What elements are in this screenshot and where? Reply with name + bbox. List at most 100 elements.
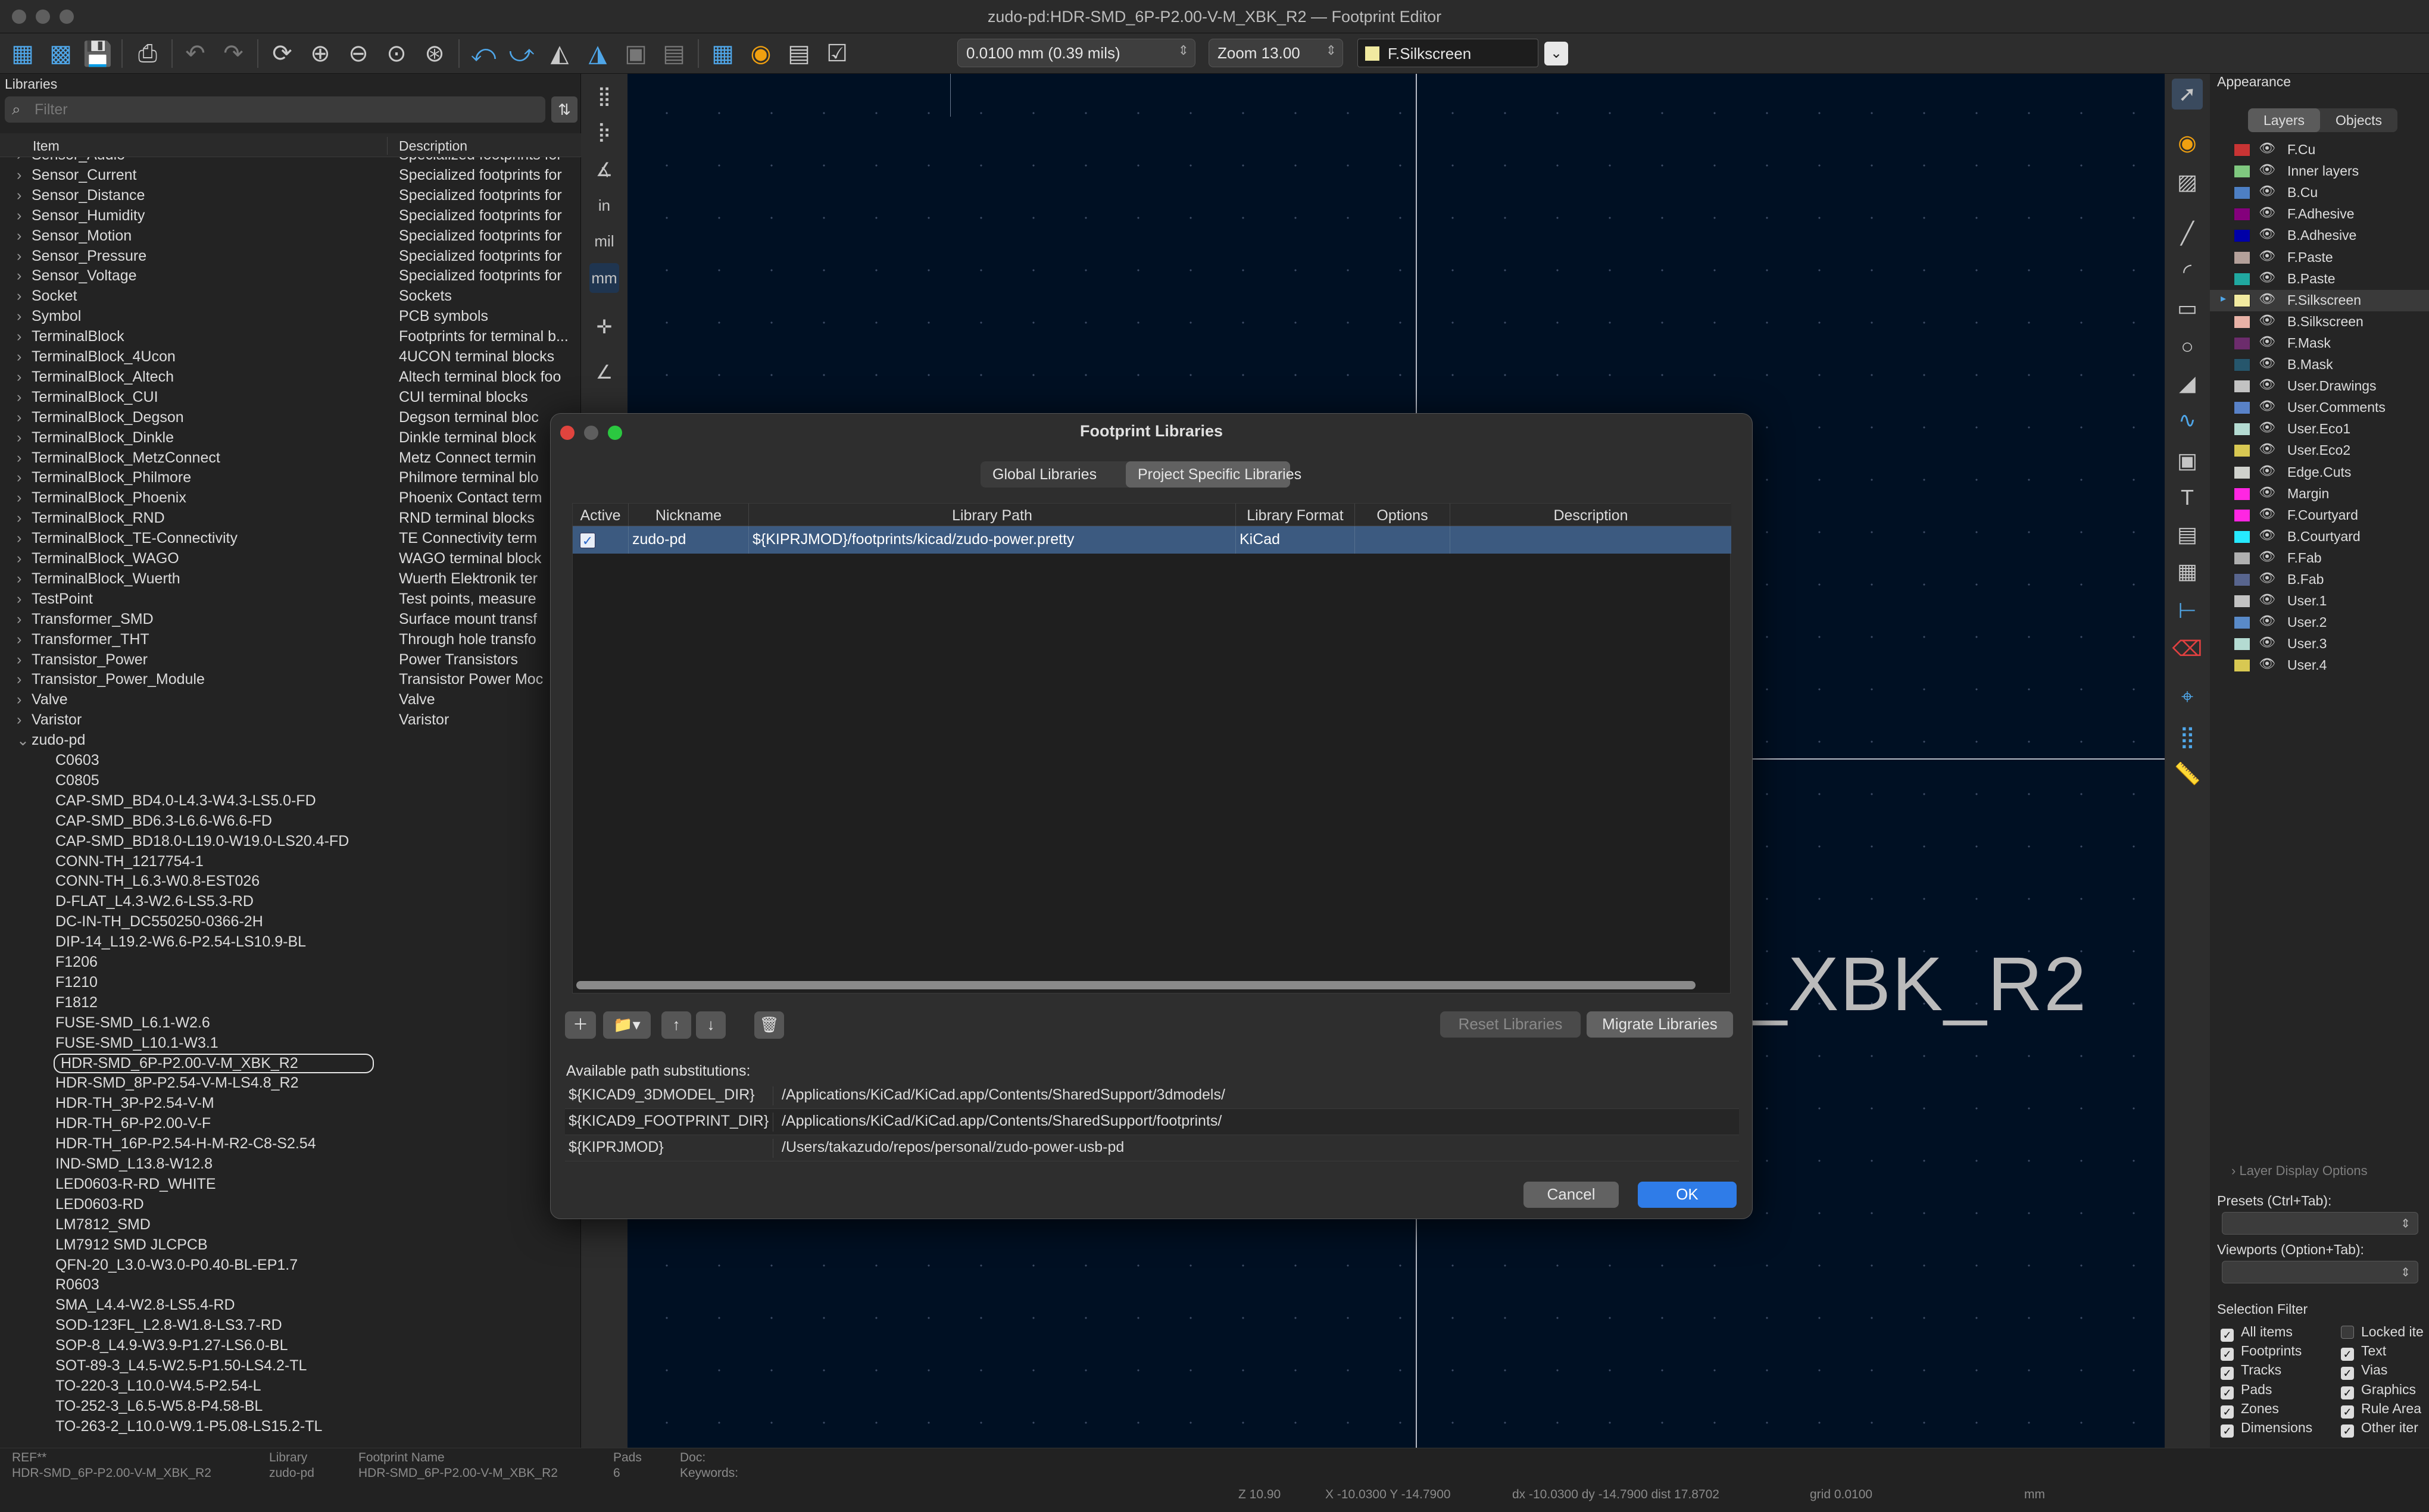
layer-color-swatch[interactable] [2234, 401, 2250, 414]
filter-checkbox[interactable]: ✓ Rule Area [2341, 1401, 2421, 1419]
zoom-objects-icon[interactable]: ⊛ [419, 38, 450, 69]
footprint-item[interactable]: F1206 [0, 954, 581, 974]
browse-folder-icon[interactable]: 📁▾ [603, 1011, 651, 1039]
layer-row[interactable]: 👁 B.Fab [2210, 569, 2429, 591]
footprint-item[interactable]: TO-263-2_L10.0-W9.1-P5.08-LS15.2-TL [0, 1418, 581, 1438]
footprint-wizard-icon[interactable]: ▩ [45, 38, 76, 69]
library-item[interactable]: › Sensor_Voltage Specialized footprints fo… [0, 267, 581, 288]
footprint-item[interactable]: SMA_L4.4-W2.8-LS5.4-RD [0, 1297, 581, 1317]
grid-origin-icon[interactable]: ⣿ [2172, 721, 2203, 752]
layer-color-swatch[interactable] [2234, 294, 2250, 307]
footprint-item[interactable]: LM7812_SMD [0, 1216, 581, 1236]
cursor-crosshair-icon[interactable]: ✛ [589, 312, 619, 342]
checkbox-icon[interactable]: ✓ [2221, 1329, 2234, 1342]
eye-icon[interactable]: 👁 [2259, 463, 2275, 479]
chevron-right-icon[interactable]: › [17, 711, 21, 729]
filter-checkbox[interactable]: ✓ Zones [2221, 1401, 2279, 1419]
filter-checkbox[interactable]: Locked ite [2341, 1324, 2424, 1340]
layer-row[interactable]: 👁 B.Cu [2210, 182, 2429, 204]
layer-display-options-toggle[interactable]: › Layer Display Options [2231, 1163, 2368, 1179]
eye-icon[interactable]: 👁 [2259, 162, 2275, 177]
migrate-libraries-button[interactable]: Migrate Libraries [1587, 1011, 1733, 1038]
eye-icon[interactable]: 👁 [2259, 140, 2275, 156]
layer-color-swatch[interactable] [2234, 573, 2250, 586]
eye-icon[interactable]: 👁 [2259, 635, 2275, 650]
checkbox-icon[interactable]: ✓ [2221, 1386, 2234, 1399]
chevron-right-icon[interactable]: › [17, 651, 21, 668]
presets-select[interactable]: ⇕ [2222, 1212, 2418, 1235]
footprint-item[interactable]: R0603 [0, 1276, 581, 1297]
checkbox-icon[interactable]: ✓ [2221, 1405, 2234, 1419]
eye-icon[interactable]: 👁 [2259, 313, 2275, 328]
footprint-item[interactable]: FUSE-SMD_L6.1-W2.6 [0, 1014, 581, 1035]
layer-row[interactable]: 👁 Inner layers [2210, 161, 2429, 182]
ungroup-icon[interactable]: ▤ [658, 38, 689, 69]
footprint-item[interactable]: F1812 [0, 994, 581, 1014]
eye-icon[interactable]: 👁 [2259, 334, 2275, 349]
layer-color-swatch[interactable] [2234, 423, 2250, 436]
layer-color-swatch[interactable] [2234, 380, 2250, 393]
footprint-item[interactable]: CONN-TH_1217754-1 [0, 853, 581, 873]
layer-color-swatch[interactable] [2234, 530, 2250, 543]
layer-row[interactable]: 👁 User.3 [2210, 633, 2429, 655]
mirror-vertical-icon[interactable]: ◮ [582, 38, 613, 69]
library-item[interactable]: › TestPoint Test points, measure [0, 591, 581, 611]
active-layer-select[interactable]: F.Silkscreen [1357, 39, 1538, 67]
layer-row[interactable]: 👁 F.Adhesive [2210, 204, 2429, 225]
move-up-icon[interactable]: ↑ [661, 1011, 691, 1039]
library-item[interactable]: › TerminalBlock Footprints for terminal b.… [0, 328, 581, 348]
eye-icon[interactable]: 👁 [2259, 549, 2275, 564]
library-format-cell[interactable]: KiCad [1236, 526, 1355, 554]
filter-checkbox[interactable]: ✓ Pads [2221, 1382, 2272, 1399]
library-item[interactable]: › Sensor_Motion Specialized footprints for [0, 227, 581, 248]
layer-row[interactable]: 👁 B.Paste [2210, 268, 2429, 290]
measure-ruler-icon[interactable]: 📏 [2172, 758, 2203, 789]
chevron-right-icon[interactable]: › [17, 288, 21, 305]
layer-color-swatch[interactable] [2234, 616, 2250, 629]
footprint-item[interactable]: LM7912 SMD JLCPCB [0, 1236, 581, 1257]
checkbox-icon[interactable]: ✓ [2341, 1424, 2354, 1438]
library-item[interactable]: › Transistor_Power_Module Transistor Power… [0, 671, 581, 691]
layer-color-swatch[interactable] [2234, 143, 2250, 157]
chevron-right-icon[interactable]: › [17, 611, 21, 628]
layer-row[interactable]: 👁 B.Silkscreen [2210, 311, 2429, 333]
chevron-right-icon[interactable]: › [17, 469, 21, 486]
layer-color-swatch[interactable] [2234, 552, 2250, 565]
grid-dots-icon[interactable]: ⣿ [589, 81, 619, 111]
footprint-item[interactable]: TO-252-3_L6.5-W5.8-P4.58-BL [0, 1398, 581, 1418]
column-options[interactable]: Options [1355, 504, 1450, 526]
library-item[interactable]: › Symbol PCB symbols [0, 308, 581, 328]
layer-row[interactable]: 👁 F.Courtyard [2210, 505, 2429, 526]
layer-color-swatch[interactable] [2234, 659, 2250, 672]
footprint-item[interactable]: SOT-89-3_L4.5-W2.5-P1.50-LS4.2-TL [0, 1357, 581, 1377]
library-item[interactable]: › TerminalBlock_Altech Altech terminal blo… [0, 368, 581, 389]
footprint-item[interactable]: HDR-TH_3P-P2.54-V-M [0, 1095, 581, 1115]
library-item[interactable]: › Sensor_Pressure Specialized footprints f… [0, 248, 581, 268]
footprint-new-icon[interactable]: ▦ [7, 38, 38, 69]
filter-checkbox[interactable]: ✓ Footprints [2221, 1343, 2302, 1361]
layer-color-swatch[interactable] [2234, 208, 2250, 221]
layer-color-swatch[interactable] [2234, 337, 2250, 350]
layer-color-swatch[interactable] [2234, 638, 2250, 651]
draw-rectangle-icon[interactable]: ▭ [2172, 293, 2203, 324]
eye-icon[interactable]: 👁 [2259, 527, 2275, 543]
chevron-right-icon[interactable]: › [17, 671, 21, 688]
layer-color-swatch[interactable] [2234, 595, 2250, 608]
add-textbox-icon[interactable]: ▤ [2172, 519, 2203, 550]
eye-icon[interactable]: 👁 [2259, 485, 2275, 500]
footprint-item[interactable]: F1210 [0, 974, 581, 994]
column-item[interactable]: Item [33, 138, 60, 154]
eye-icon[interactable]: 👁 [2259, 570, 2275, 586]
sort-icon[interactable]: ⇅ [551, 96, 577, 123]
checkbox-icon[interactable]: ✓ [2341, 1405, 2354, 1419]
tab-global-libraries[interactable]: Global Libraries [981, 461, 1123, 488]
library-item[interactable]: › Sensor_Humidity Specialized footprints f… [0, 207, 581, 227]
layer-row[interactable]: 👁 User.Drawings [2210, 376, 2429, 397]
footprint-item[interactable]: SOP-8_L4.9-W3.9-P1.27-LS6.0-BL [0, 1337, 581, 1357]
library-item[interactable]: › Varistor Varistor [0, 711, 581, 732]
footprint-item[interactable]: LED0603-R-RD_WHITE [0, 1176, 581, 1196]
chevron-down-icon[interactable]: ⌄ [17, 732, 29, 749]
path-sub-row[interactable]: ${KICAD9_3DMODEL_DIR} /Applications/KiCad… [565, 1083, 1739, 1109]
library-item[interactable]: › Sensor_Current Specialized footprints fo… [0, 167, 581, 187]
library-item[interactable]: › TerminalBlock_Degson Degson terminal blo… [0, 409, 581, 429]
